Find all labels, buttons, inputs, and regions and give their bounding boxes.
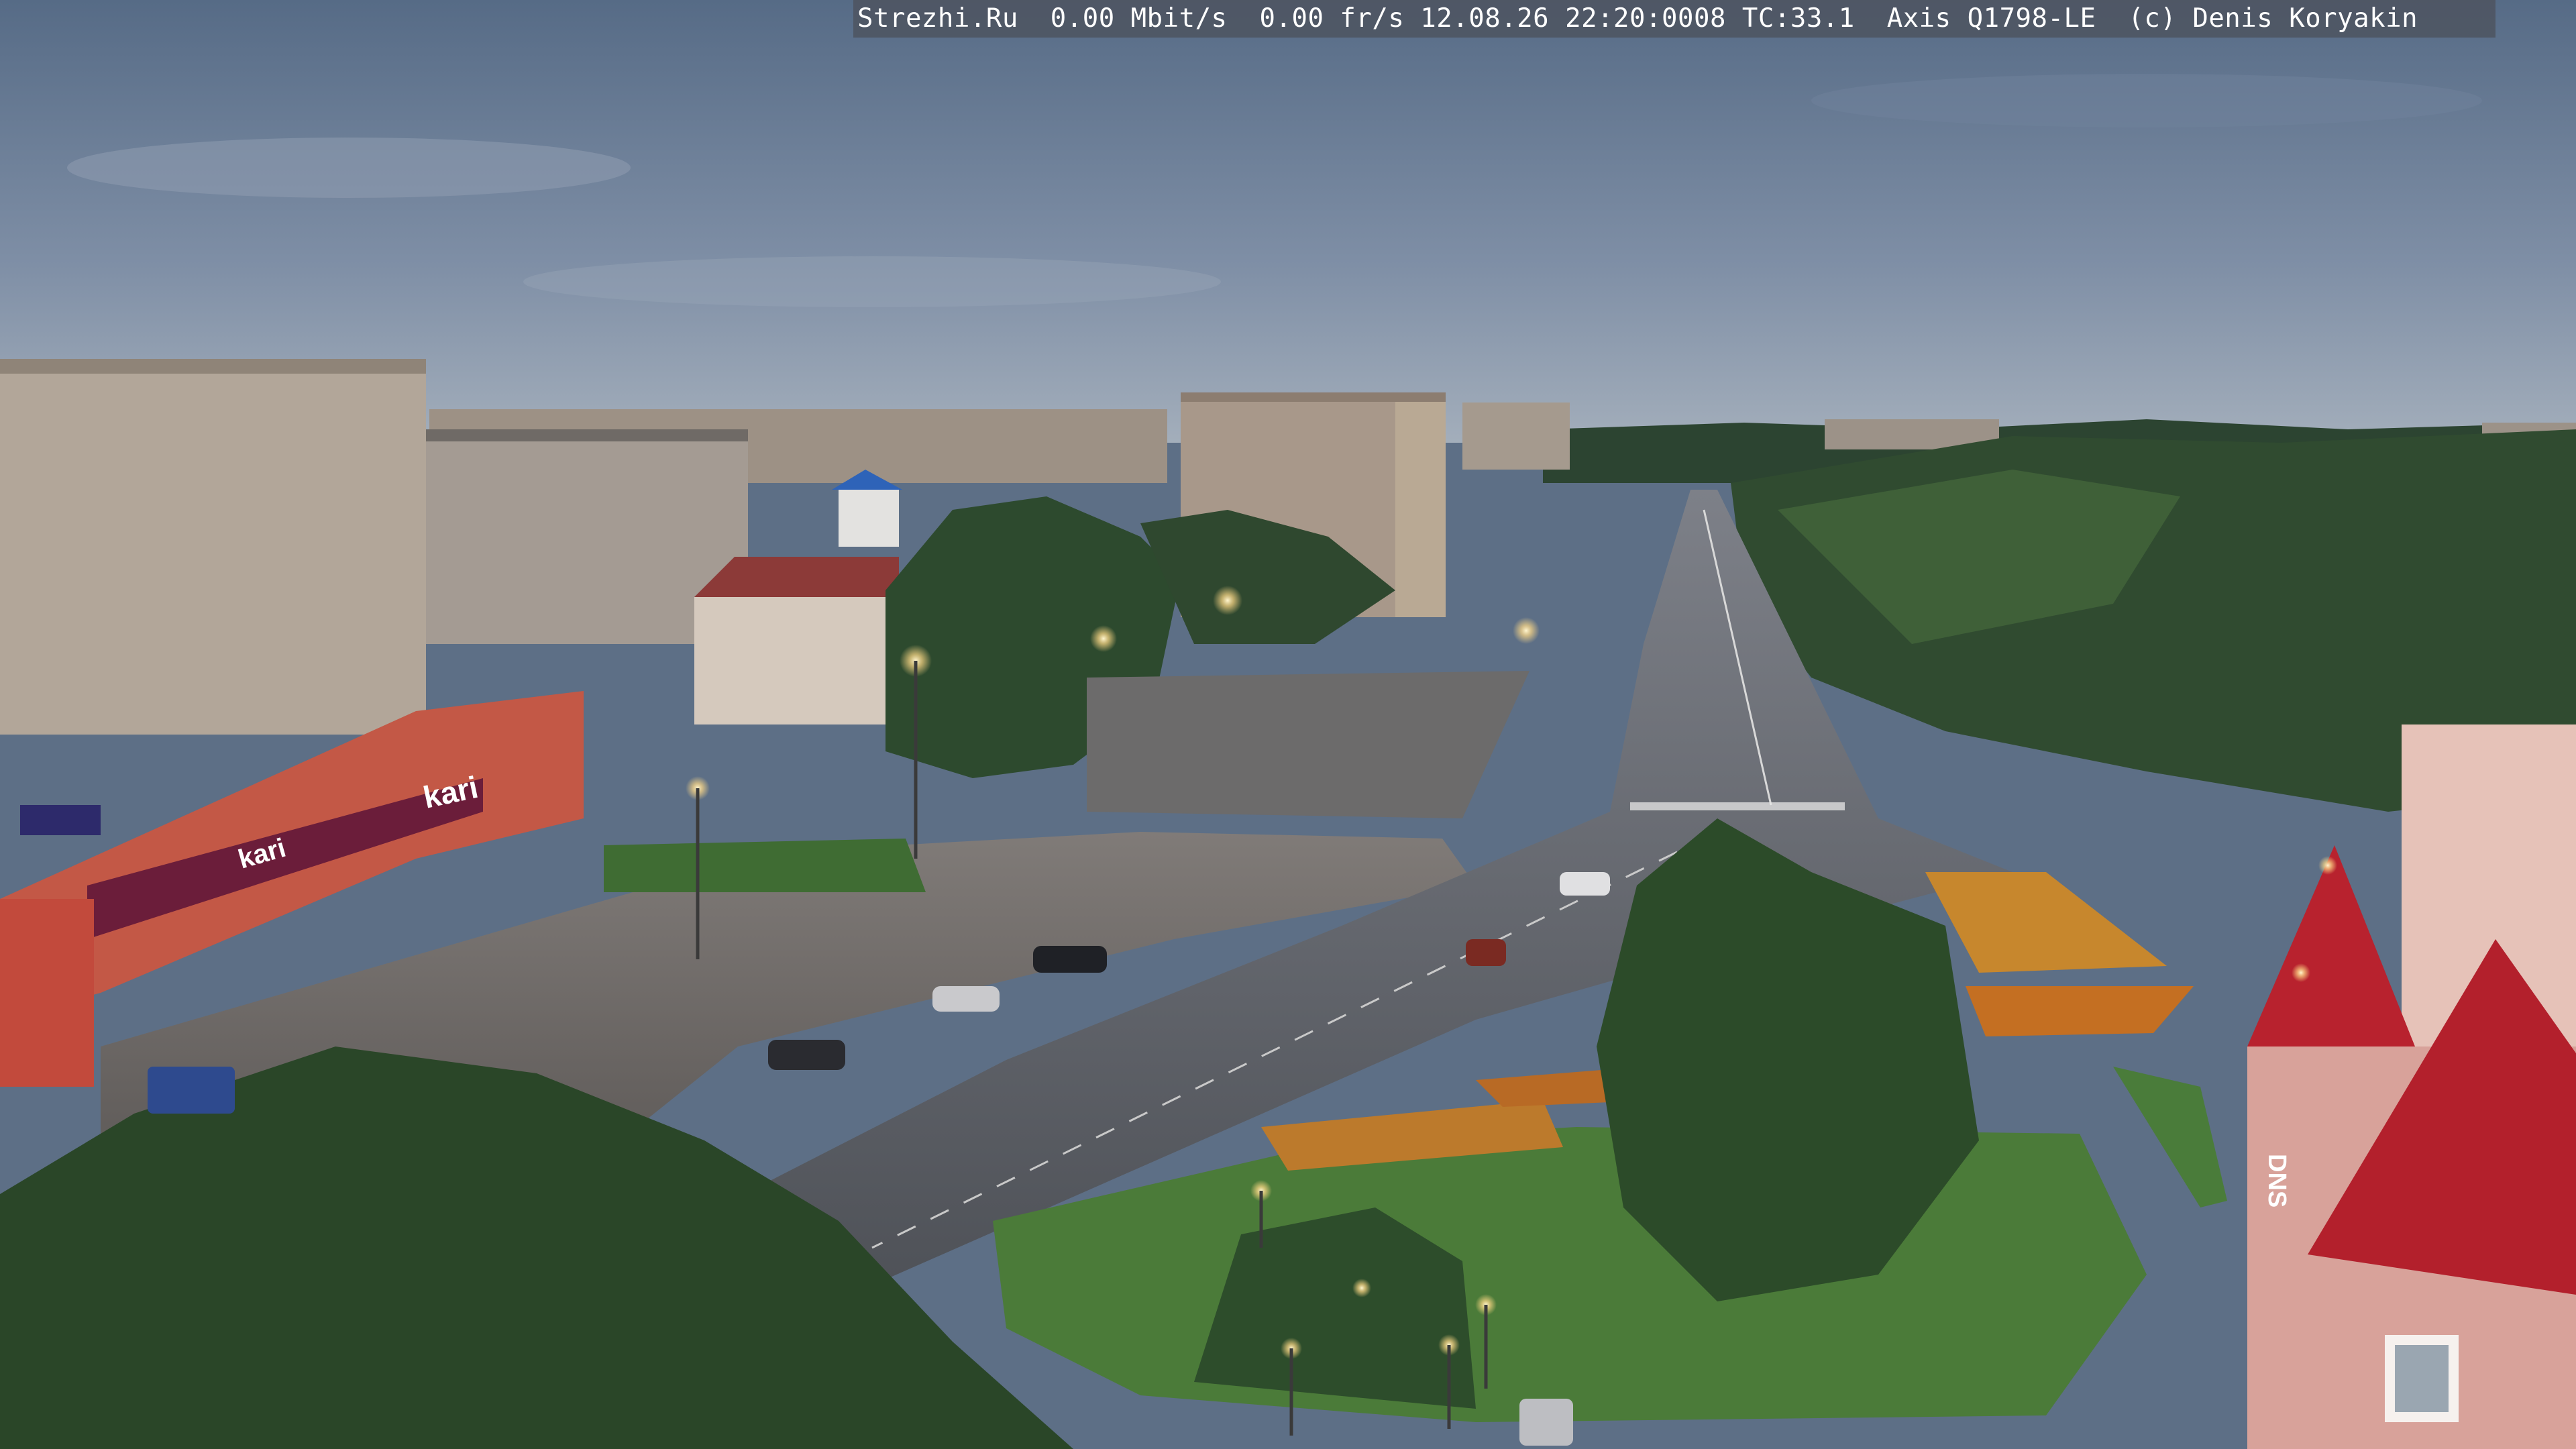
car	[768, 1040, 845, 1070]
truck	[148, 1067, 235, 1114]
pink-building	[2247, 724, 2576, 1449]
dns-sign: DNS	[2263, 1154, 2291, 1208]
upper-plaza	[1087, 671, 1529, 818]
lower-lawn	[993, 1127, 2147, 1422]
cloud	[67, 138, 631, 198]
crosswalk	[1630, 802, 1845, 810]
camera-overlay-text: Strezhi.Ru 0.00 Mbit/s 0.00 fr/s 12.08.2…	[853, 0, 2496, 38]
cloud	[1811, 74, 2482, 127]
right-lawn	[2113, 1067, 2227, 1208]
plaza-lawn	[604, 839, 926, 892]
red-roof-house	[694, 557, 899, 724]
webcam-frame: kari kari DNS Strezhi.Ru 0.00 Mbit/s 0.0…	[0, 0, 2576, 1449]
car	[1519, 1399, 1573, 1446]
car	[932, 986, 1000, 1012]
flower-bed	[1966, 986, 2194, 1036]
cloud	[523, 256, 1221, 307]
car	[1560, 872, 1610, 896]
city-street-scene: kari kari DNS	[0, 0, 2576, 1449]
car	[1033, 946, 1107, 973]
car	[1466, 939, 1506, 966]
flower-bed	[1925, 872, 2167, 973]
